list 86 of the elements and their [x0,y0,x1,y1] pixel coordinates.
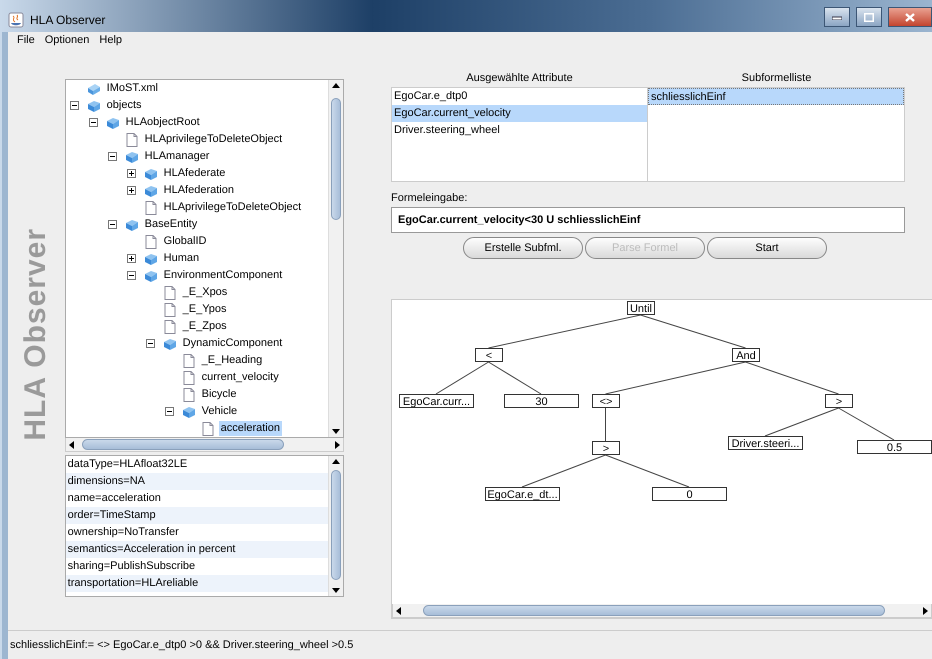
expand-icon[interactable] [126,186,136,195]
list-title: Subformelliste [740,72,812,86]
tree-item[interactable]: IMoST.xml [104,81,160,96]
folder-icon [144,166,158,180]
action-button[interactable]: Start [707,237,827,259]
folder-icon [144,252,158,266]
scrollbar-thumb[interactable] [82,439,284,450]
tree-item[interactable]: Human [162,251,202,266]
scrollbar[interactable] [328,80,343,437]
tree-item[interactable]: HLAprivilegeToDeleteObject [162,200,304,215]
folder-icon [144,184,158,198]
document-icon [200,422,215,436]
scrollbar-thumb[interactable] [331,98,341,220]
property-row: order=TimeStamp [66,507,328,524]
folder-icon [106,116,120,130]
collapse-icon[interactable] [126,271,136,280]
collapse-icon[interactable] [164,407,174,416]
document-icon [162,320,177,334]
folder-icon [86,82,101,96]
document-icon [162,302,177,316]
tree-item[interactable]: acceleration [218,421,282,436]
menu-item[interactable]: Help [94,34,128,50]
document-icon [182,388,196,402]
menu-item[interactable]: File [12,34,40,50]
tree-item[interactable]: objects [104,98,144,113]
property-row: semantics=Acceleration in percent [66,541,328,558]
menu-item[interactable]: Optionen [40,34,94,50]
property-row: dimensions=NA [66,473,328,490]
minimize-button[interactable] [824,7,850,27]
field-label: Formeleingabe: [391,192,468,204]
maximize-button[interactable] [856,7,882,27]
expand-icon[interactable] [126,254,136,263]
list-item[interactable]: EgoCar.current_velocity [392,105,647,122]
list-title: Ausgewählte Attribute [465,72,574,86]
folder-icon [124,150,139,164]
scrollbar[interactable] [392,604,932,618]
tree-item[interactable]: BaseEntity [142,217,200,232]
folder-icon [124,218,139,232]
document-icon [182,354,196,368]
status-text: schliesslichEinf:= <> EgoCar.e_dtp0 >0 && Driver.steering_wheel >0.5 [9,639,354,651]
folder-icon [144,268,158,282]
expand-icon[interactable] [126,169,136,178]
folder-icon [86,98,101,112]
tree-item[interactable]: _E_Ypos [180,302,228,317]
formula-tree-drawing: Until < EgoCar.curr... 30 And <> > EgoCar.e_dt... 0 > Driver.steeri... 0.5 [392,300,932,590]
action-button[interactable]: Erstelle Subfml. [463,237,583,259]
window-title: HLA Observer [30,13,106,27]
tree-item[interactable]: HLAmanager [142,149,212,164]
property-row: transportation=HLAreliable [66,575,328,592]
scrollbar-thumb[interactable] [423,605,885,616]
tree-item[interactable]: HLAprivilegeToDeleteObject [142,132,284,147]
scrollbar[interactable] [64,438,344,452]
collapse-icon[interactable] [70,101,79,110]
tree-item[interactable]: _E_Heading [200,353,264,368]
tree-item[interactable]: Vehicle [200,404,240,419]
formula-field[interactable]: EgoCar.current_velocity<30 U schliesslichEinf [391,207,905,233]
document-icon [182,370,196,384]
tree-item[interactable]: HLAobjectRoot [124,115,202,130]
list-item[interactable]: schliesslichEinf [648,88,904,105]
folder-icon [182,404,196,418]
tree-item[interactable]: DynamicComponent [180,336,284,351]
tree-item[interactable]: _E_Xpos [180,285,230,300]
document-icon [144,234,158,248]
tree-item[interactable]: GlobalID [162,234,208,249]
app-icon [8,12,24,28]
logo-text: HLA Observer [19,228,54,441]
tree-item[interactable]: Bicycle [200,387,238,402]
folder-icon [162,336,177,350]
collapse-icon[interactable] [146,339,155,348]
tree-item[interactable]: HLAfederation [162,183,236,198]
collapse-icon[interactable] [108,220,117,229]
collapse-icon[interactable] [108,152,117,161]
document-icon [144,200,158,214]
maximize-icon [864,12,874,22]
document-icon [162,286,177,300]
tree-item[interactable]: current_velocity [200,370,281,385]
minimize-icon [832,14,842,20]
tree-item[interactable]: _E_Zpos [180,319,229,334]
tree-item[interactable]: HLAfederate [162,166,228,181]
close-button[interactable] [888,7,932,27]
collapse-icon[interactable] [88,118,98,127]
document-icon [124,132,139,146]
scrollbar[interactable] [328,456,343,596]
scrollbar-thumb[interactable] [331,470,341,580]
close-icon [905,12,915,22]
tree-item[interactable]: EnvironmentComponent [162,268,284,283]
